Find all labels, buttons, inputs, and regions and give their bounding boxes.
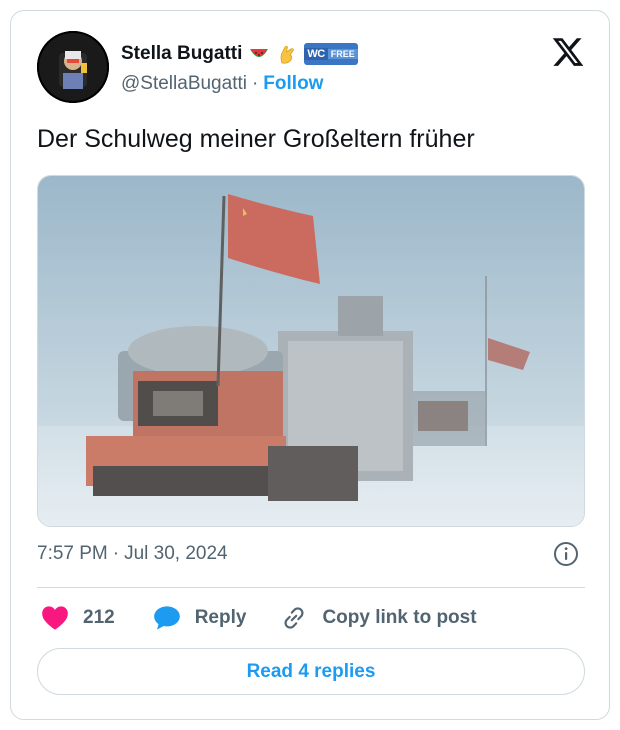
wc-badge-left: WC — [304, 48, 328, 60]
time-separator: · — [112, 543, 120, 564]
divider — [37, 587, 585, 588]
read-replies-button[interactable]: Read 4 replies — [37, 648, 585, 695]
copy-link-button[interactable]: Copy link to post — [280, 605, 477, 631]
tweet-time: 7:57 PM — [37, 543, 108, 564]
tweet-text: Der Schulweg meiner Großeltern früher — [37, 125, 475, 153]
like-count: 212 — [83, 607, 115, 628]
info-icon[interactable] — [553, 541, 579, 567]
like-button[interactable]: 212 — [41, 605, 115, 631]
tweet-photo[interactable] — [37, 175, 585, 527]
wc-free-badge: WC FREE — [304, 43, 358, 65]
tweet-card: Stella Bugatti WC FREE @StellaBugatti · … — [10, 10, 610, 720]
wc-badge-right: FREE — [327, 49, 358, 59]
author-name[interactable]: Stella Bugatti — [121, 43, 242, 65]
author-name-row: Stella Bugatti WC FREE — [121, 41, 358, 67]
heart-icon — [42, 606, 68, 630]
action-bar: 212 Reply Copy link to post — [37, 603, 477, 633]
separator-dot: · — [251, 73, 259, 94]
link-icon — [284, 607, 304, 629]
pinching-hand-icon — [276, 43, 298, 65]
avatar[interactable] — [37, 31, 109, 103]
tweet-date: Jul 30, 2024 — [124, 543, 228, 564]
author-handle-row: @StellaBugatti · Follow — [121, 73, 323, 95]
author-handle[interactable]: @StellaBugatti — [121, 73, 247, 95]
follow-button[interactable]: Follow — [263, 73, 323, 95]
reply-label: Reply — [194, 607, 247, 628]
reply-button[interactable]: Reply — [153, 605, 247, 631]
x-logo-icon[interactable] — [551, 35, 585, 69]
watermelon-icon — [248, 43, 270, 65]
copy-link-label: Copy link to post — [322, 607, 477, 628]
speech-bubble-icon — [153, 606, 180, 630]
timestamp[interactable]: 7:57 PM · Jul 30, 2024 — [37, 543, 228, 565]
